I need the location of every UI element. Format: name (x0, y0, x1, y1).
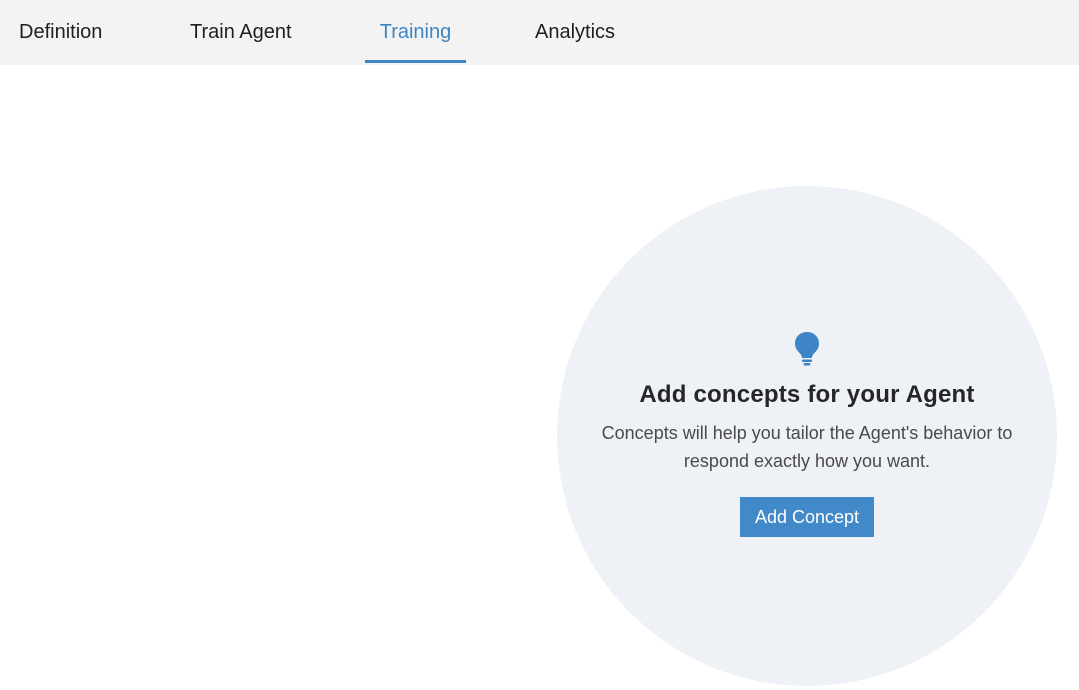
tab-analytics[interactable]: Analytics (535, 0, 615, 63)
empty-state-title: Add concepts for your Agent (639, 381, 975, 408)
lightbulb-icon (795, 332, 819, 366)
empty-state-description: Concepts will help you tailor the Agent'… (601, 423, 1013, 471)
tab-train-agent[interactable]: Train Agent (190, 0, 292, 63)
empty-state: Add concepts for your Agent Concepts wil… (557, 330, 1057, 537)
tab-training[interactable]: Training (365, 0, 466, 63)
add-concept-button[interactable]: Add Concept (739, 497, 875, 537)
tab-bar: Definition Train Agent Training Analytic… (0, 0, 1079, 65)
tab-definition[interactable]: Definition (19, 0, 102, 63)
